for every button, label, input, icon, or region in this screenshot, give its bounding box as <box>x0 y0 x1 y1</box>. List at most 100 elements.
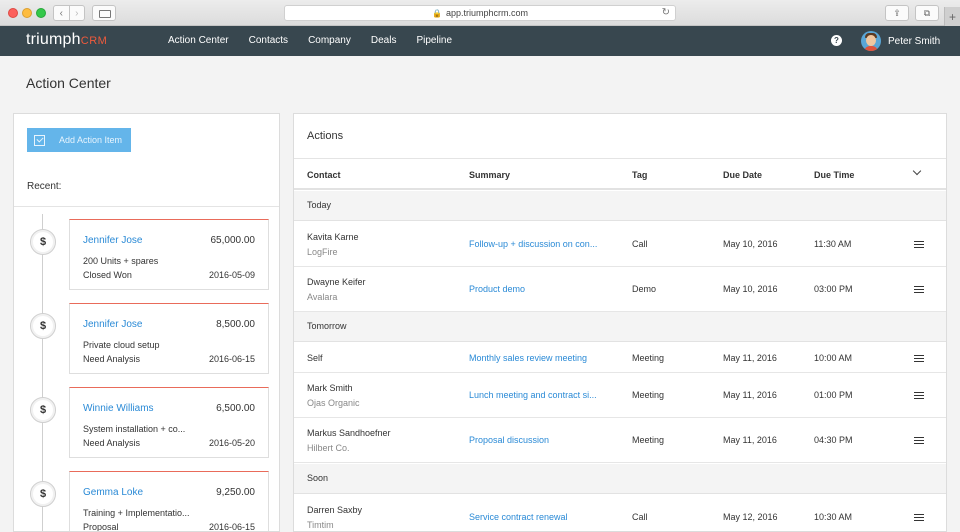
column-header-due-time[interactable]: Due Time <box>814 170 854 180</box>
contact-name: Dwayne Keifer <box>307 277 366 287</box>
deal-contact-link[interactable]: Jennifer Jose <box>83 319 142 330</box>
summary-link[interactable]: Follow-up + discussion on con... <box>469 239 607 249</box>
minimize-window-button[interactable] <box>22 8 32 18</box>
contact-name: Markus Sandhoefner <box>307 428 391 438</box>
contact-name: Mark Smith <box>307 383 353 393</box>
column-header-contact[interactable]: Contact <box>307 170 341 180</box>
tag: Call <box>632 512 648 522</box>
summary-link[interactable]: Proposal discussion <box>469 435 607 445</box>
actions-title: Actions <box>307 130 344 142</box>
deal-contact-link[interactable]: Jennifer Jose <box>83 235 142 246</box>
avatar[interactable] <box>861 31 881 51</box>
brand-logo[interactable]: triumphCRM <box>26 31 107 49</box>
contact-name: Kavita Karne <box>307 232 359 242</box>
due-date: May 12, 2016 <box>723 512 778 522</box>
tabs-overview-icon[interactable]: ⧉ <box>915 5 939 21</box>
hamburger-menu-icon[interactable] <box>914 392 924 399</box>
deal-description: 200 Units + spares <box>83 256 159 266</box>
due-date: May 10, 2016 <box>723 239 778 249</box>
nav-contacts[interactable]: Contacts <box>249 35 288 46</box>
deal-stage: Proposal <box>83 522 119 532</box>
summary-link[interactable]: Monthly sales review meeting <box>469 353 607 363</box>
tag: Meeting <box>632 435 665 445</box>
contact-company: Avalara <box>307 292 338 302</box>
due-time: 04:30 PM <box>814 435 853 445</box>
deal-card[interactable]: Winnie Williams 6,500.00 System installa… <box>69 387 269 458</box>
deal-card[interactable]: Jennifer Jose 65,000.00 200 Units + spar… <box>69 219 269 290</box>
dollar-icon: $ <box>30 481 56 507</box>
dollar-icon: $ <box>30 397 56 423</box>
contact-company: Ojas Organic <box>307 398 360 408</box>
forward-icon[interactable]: › <box>68 6 85 20</box>
summary-link[interactable]: Product demo <box>469 284 607 294</box>
hamburger-menu-icon[interactable] <box>914 355 924 362</box>
browser-toolbar: ‹ › 🔒 app.triumphcrm.com ↻ ⇪ ⧉ + <box>0 0 960 26</box>
group-header-today: Today <box>294 191 946 221</box>
deal-amount: 65,000.00 <box>210 235 256 246</box>
due-time: 01:00 PM <box>814 390 853 400</box>
deal-stage: Need Analysis <box>83 438 141 448</box>
tag: Demo <box>632 284 657 294</box>
deal-contact-link[interactable]: Winnie Williams <box>83 403 154 414</box>
sidebar-toggle-icon[interactable] <box>92 5 116 21</box>
help-icon[interactable]: ? <box>831 35 842 46</box>
table-row[interactable]: Dwayne Keifer Avalara Product demo Demo … <box>294 267 946 312</box>
summary-link[interactable]: Lunch meeting and contract si... <box>469 390 607 400</box>
nav-pipeline[interactable]: Pipeline <box>416 35 452 46</box>
back-icon[interactable]: ‹ <box>54 6 69 20</box>
deal-date: 2016-05-09 <box>208 270 255 280</box>
due-time: 10:00 AM <box>814 353 853 363</box>
table-row[interactable]: Darren Saxby Timtim Service contract ren… <box>294 495 946 531</box>
due-time: 03:00 PM <box>814 284 853 294</box>
column-header-tag[interactable]: Tag <box>632 170 647 180</box>
due-date: May 11, 2016 <box>723 353 777 363</box>
deal-description: System installation + co... <box>83 424 186 434</box>
summary-link[interactable]: Service contract renewal <box>469 512 607 522</box>
hamburger-menu-icon[interactable] <box>914 241 924 248</box>
zoom-window-button[interactable] <box>36 8 46 18</box>
new-tab-icon[interactable]: + <box>944 7 960 26</box>
add-action-item-label: Add Action Item <box>59 135 123 145</box>
close-window-button[interactable] <box>8 8 18 18</box>
page-title: Action Center <box>26 75 111 91</box>
column-header-summary[interactable]: Summary <box>469 170 510 180</box>
logo-text: triumph <box>26 31 81 48</box>
deal-stage: Need Analysis <box>83 354 141 364</box>
url-text: app.triumphcrm.com <box>445 8 528 18</box>
hamburger-menu-icon[interactable] <box>914 514 924 521</box>
due-date: May 11, 2016 <box>723 390 777 400</box>
due-time: 11:30 AM <box>814 239 852 249</box>
table-row[interactable]: Markus Sandhoefner Hilbert Co. Proposal … <box>294 418 946 463</box>
deal-description: Private cloud setup <box>83 340 160 350</box>
contact-company: LogFire <box>307 247 338 257</box>
hamburger-menu-icon[interactable] <box>914 286 924 293</box>
history-nav: ‹ › <box>53 5 85 21</box>
group-header-tomorrow: Tomorrow <box>294 312 946 342</box>
table-row[interactable]: Kavita Karne LogFire Follow-up + discuss… <box>294 222 946 267</box>
reload-icon[interactable]: ↻ <box>662 7 670 18</box>
address-bar[interactable]: 🔒 app.triumphcrm.com ↻ <box>284 5 676 21</box>
column-header-due-date[interactable]: Due Date <box>723 170 762 180</box>
chevron-down-icon[interactable] <box>912 166 922 176</box>
recent-deals-panel: Add Action Item Recent: $ Jennifer Jose … <box>13 113 280 532</box>
table-row[interactable]: Self Monthly sales review meeting Meetin… <box>294 343 946 373</box>
hamburger-menu-icon[interactable] <box>914 437 924 444</box>
deal-card[interactable]: Gemma Loke 9,250.00 Training + Implement… <box>69 471 269 532</box>
due-time: 10:30 AM <box>814 512 853 522</box>
share-icon[interactable]: ⇪ <box>885 5 909 21</box>
nav-company[interactable]: Company <box>308 35 351 46</box>
deal-card[interactable]: Jennifer Jose 8,500.00 Private cloud set… <box>69 303 269 374</box>
user-name[interactable]: Peter Smith <box>888 36 940 47</box>
nav-action-center[interactable]: Action Center <box>168 35 229 46</box>
nav-deals[interactable]: Deals <box>371 35 397 46</box>
tag: Call <box>632 239 648 249</box>
add-action-item-button[interactable]: Add Action Item <box>27 128 131 152</box>
group-header-soon: Soon <box>294 464 946 494</box>
table-row[interactable]: Mark Smith Ojas Organic Lunch meeting an… <box>294 373 946 418</box>
deal-description: Training + Implementatio... <box>83 508 190 518</box>
tag: Meeting <box>632 390 665 400</box>
dollar-icon: $ <box>30 313 56 339</box>
actions-table-header: Contact Summary Tag Due Date Due Time <box>294 158 946 190</box>
deal-amount: 6,500.00 <box>216 403 255 414</box>
deal-contact-link[interactable]: Gemma Loke <box>83 487 143 498</box>
